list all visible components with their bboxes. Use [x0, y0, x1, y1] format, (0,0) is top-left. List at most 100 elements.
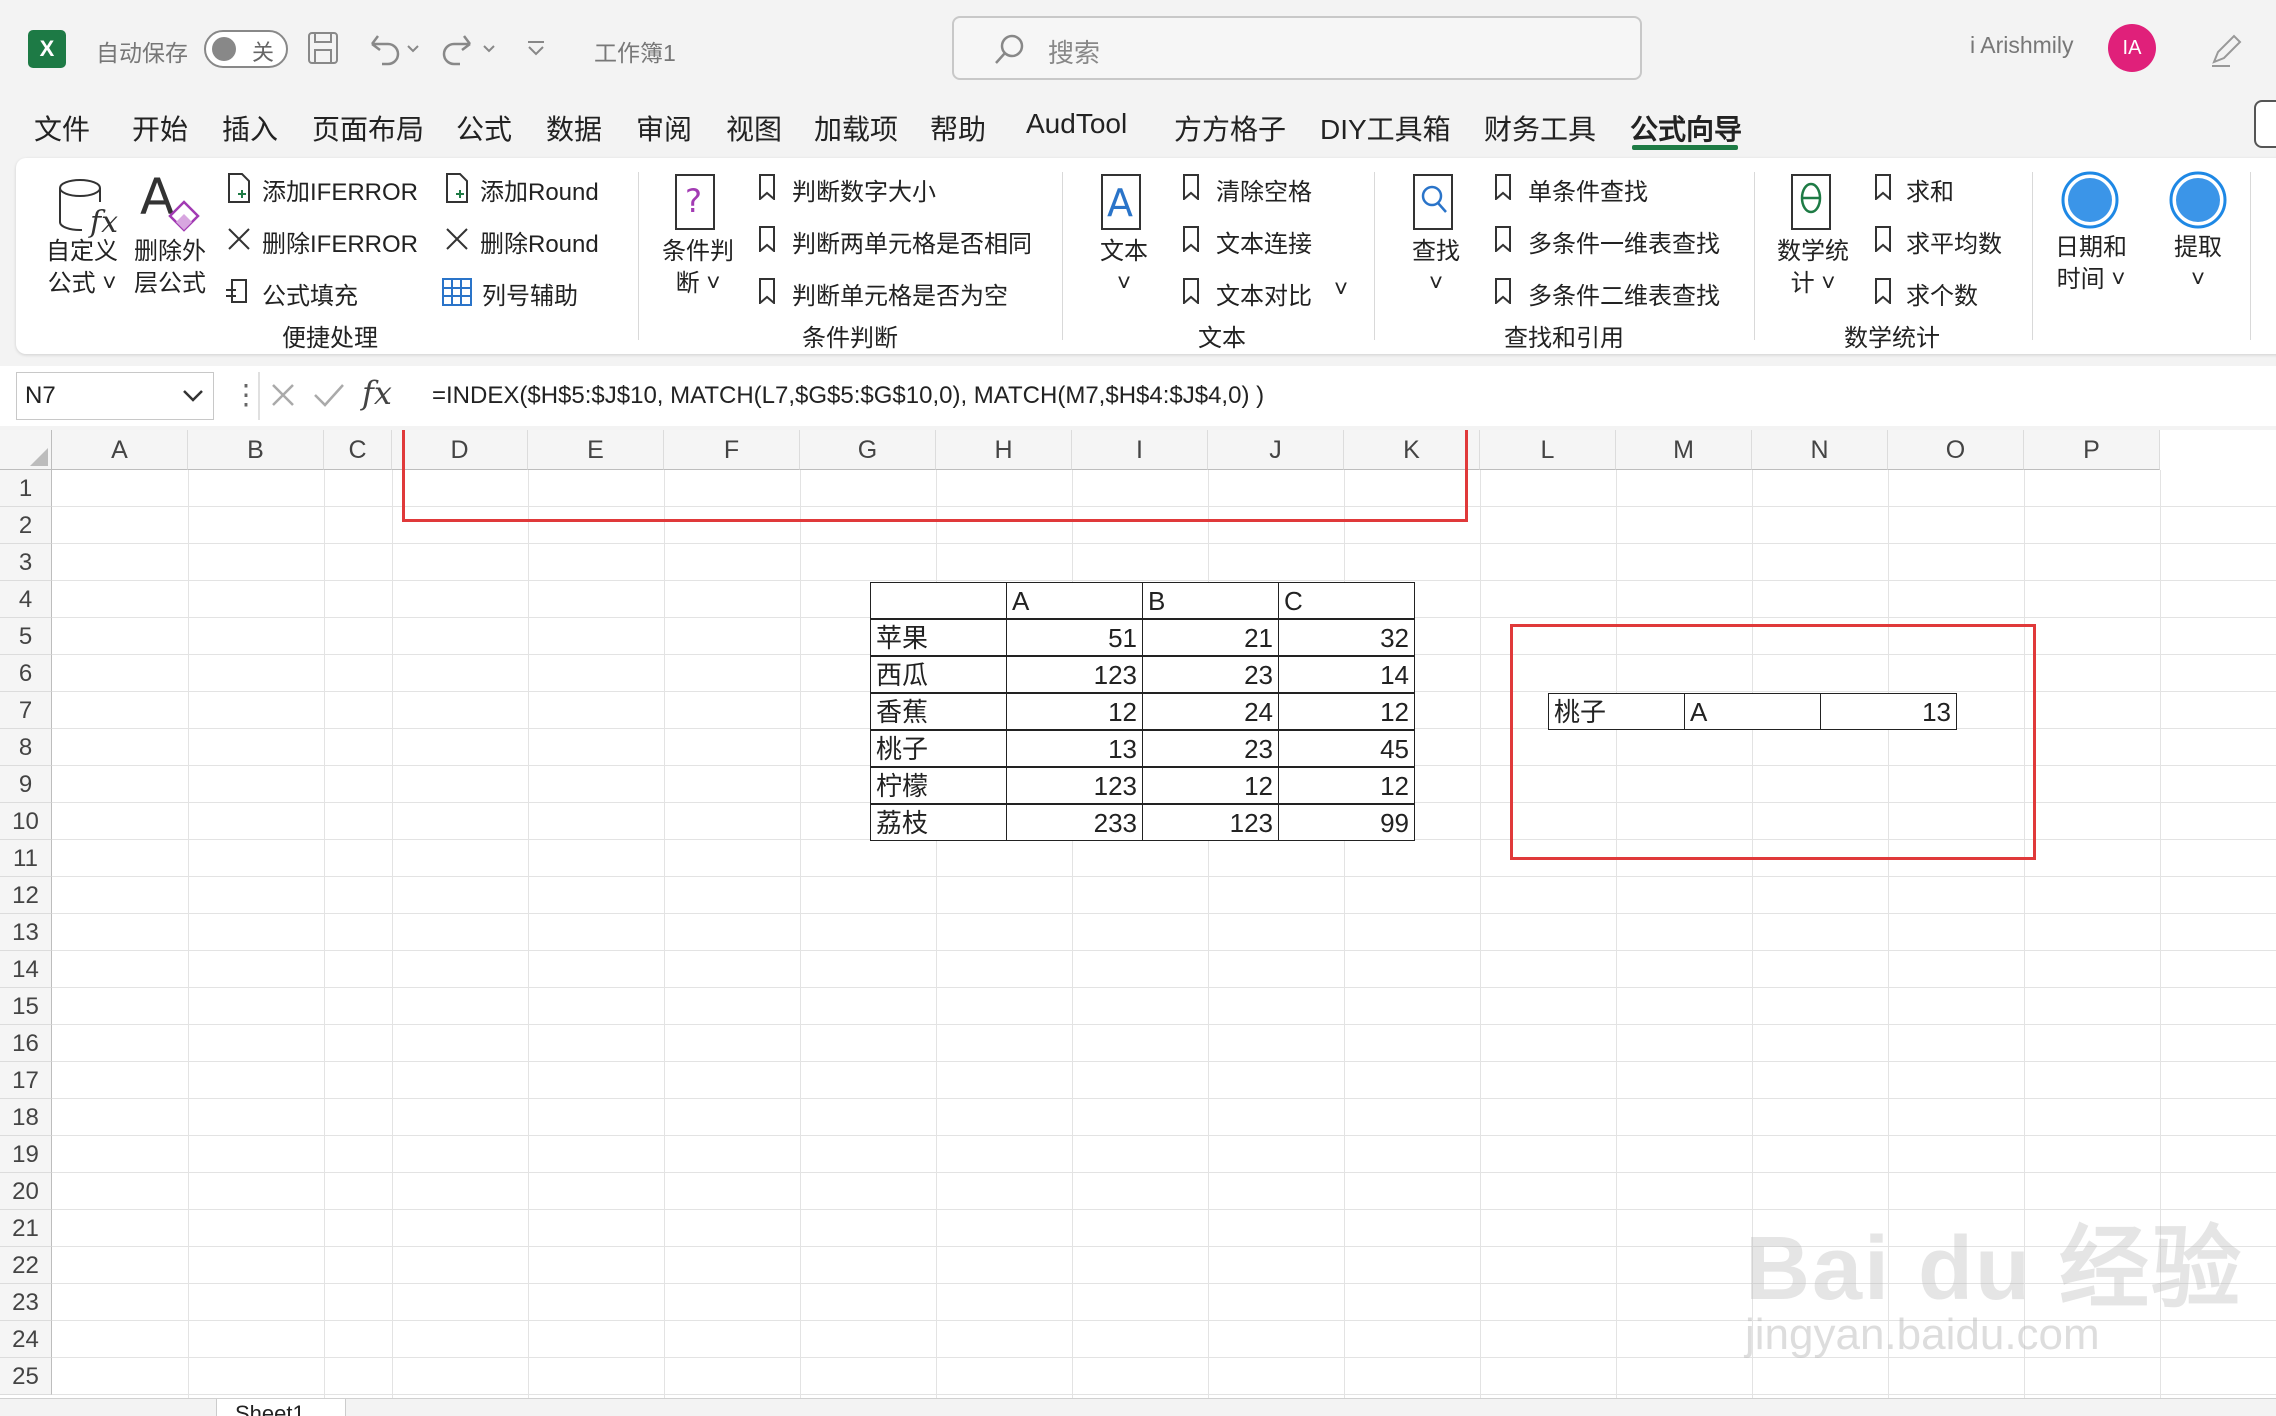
- table-cell-value[interactable]: 32: [1278, 619, 1415, 656]
- sum-button[interactable]: 求和: [1906, 172, 1954, 207]
- formula-fill-button[interactable]: 公式填充: [262, 276, 358, 311]
- table-row-label[interactable]: 荔枝: [870, 804, 1007, 841]
- row-header-8[interactable]: 8: [0, 729, 52, 766]
- tab-review[interactable]: 审阅: [636, 108, 692, 148]
- column-header-a[interactable]: A: [52, 430, 188, 470]
- math-statistics-button[interactable]: 数学统计 ˅: [1770, 236, 1856, 300]
- tab-home[interactable]: 开始: [132, 108, 188, 148]
- table-cell-value[interactable]: 12: [1278, 693, 1415, 730]
- tab-fangfang[interactable]: 方方格子: [1174, 108, 1286, 148]
- row-header-16[interactable]: 16: [0, 1025, 52, 1062]
- column-header-c[interactable]: C: [324, 430, 392, 470]
- sheet-tab[interactable]: Sheet1: [216, 1399, 346, 1416]
- table-cell-value[interactable]: 123: [1142, 804, 1279, 841]
- row-header-13[interactable]: 13: [0, 914, 52, 951]
- table-cell-value[interactable]: 24: [1142, 693, 1279, 730]
- tab-audtool[interactable]: AudTool: [1026, 108, 1127, 140]
- row-header-3[interactable]: 3: [0, 544, 52, 581]
- row-header-19[interactable]: 19: [0, 1136, 52, 1173]
- insert-function-icon[interactable]: fx: [362, 374, 392, 412]
- row-header-14[interactable]: 14: [0, 951, 52, 988]
- judge-cell-empty-button[interactable]: 判断单元格是否为空: [792, 276, 1008, 311]
- chevron-down-icon[interactable]: [180, 384, 206, 408]
- column-header-o[interactable]: O: [1888, 430, 2024, 470]
- text-join-button[interactable]: 文本连接: [1216, 224, 1312, 259]
- column-number-helper-button[interactable]: 列号辅助: [482, 276, 578, 311]
- table-cell-value[interactable]: 45: [1278, 730, 1415, 767]
- row-header-11[interactable]: 11: [0, 840, 52, 877]
- table-cell-value[interactable]: 23: [1142, 730, 1279, 767]
- extract-button[interactable]: 提取 ˅: [2158, 232, 2238, 296]
- table-cell-value[interactable]: 13: [1006, 730, 1143, 767]
- table-cell-value[interactable]: 12: [1142, 767, 1279, 804]
- search-box[interactable]: 搜索: [952, 16, 1642, 80]
- clear-spaces-button[interactable]: 清除空格: [1216, 172, 1312, 207]
- user-avatar[interactable]: IA: [2108, 24, 2156, 72]
- table-row-label[interactable]: 柠檬: [870, 767, 1007, 804]
- delete-round-button[interactable]: 删除Round: [480, 224, 599, 259]
- table-cell-value[interactable]: 99: [1278, 804, 1415, 841]
- row-header-17[interactable]: 17: [0, 1062, 52, 1099]
- table-cell-value[interactable]: 14: [1278, 656, 1415, 693]
- row-header-5[interactable]: 5: [0, 618, 52, 655]
- table-cell-value[interactable]: 123: [1006, 767, 1143, 804]
- row-header-9[interactable]: 9: [0, 766, 52, 803]
- judge-cells-same-button[interactable]: 判断两单元格是否相同: [792, 224, 1032, 259]
- table-cell-value[interactable]: 12: [1278, 767, 1415, 804]
- tab-insert[interactable]: 插入: [222, 108, 278, 148]
- row-header-4[interactable]: 4: [0, 581, 52, 618]
- judge-number-size-button[interactable]: 判断数字大小: [792, 172, 936, 207]
- table-header-cell[interactable]: C: [1278, 582, 1415, 619]
- table-cell-value[interactable]: 12: [1006, 693, 1143, 730]
- row-header-1[interactable]: 1: [0, 470, 52, 507]
- delete-iferror-button[interactable]: 删除IFERROR: [262, 224, 418, 259]
- table-header-cell[interactable]: [870, 582, 1007, 619]
- tab-page-layout[interactable]: 页面布局: [312, 108, 424, 148]
- text-button[interactable]: 文本 ˅: [1086, 236, 1162, 300]
- column-header-m[interactable]: M: [1616, 430, 1752, 470]
- row-header-12[interactable]: 12: [0, 877, 52, 914]
- undo-icon[interactable]: [364, 30, 424, 66]
- column-header-l[interactable]: L: [1480, 430, 1616, 470]
- row-header-25[interactable]: 25: [0, 1358, 52, 1395]
- row-header-18[interactable]: 18: [0, 1099, 52, 1136]
- pen-icon[interactable]: [2208, 28, 2244, 68]
- tab-formulas[interactable]: 公式: [456, 108, 512, 148]
- tab-diy-toolbox[interactable]: DIY工具箱: [1320, 108, 1451, 148]
- row-header-2[interactable]: 2: [0, 507, 52, 544]
- text-compare-button[interactable]: 文本对比: [1216, 276, 1312, 311]
- column-header-b[interactable]: B: [188, 430, 324, 470]
- table-cell-value[interactable]: 21: [1142, 619, 1279, 656]
- table-row-label[interactable]: 西瓜: [870, 656, 1007, 693]
- table-cell-value[interactable]: 123: [1006, 656, 1143, 693]
- row-header-20[interactable]: 20: [0, 1173, 52, 1210]
- remove-outer-formula-button[interactable]: 删除外 层公式: [130, 236, 210, 300]
- table-row-label[interactable]: 桃子: [870, 730, 1007, 767]
- cancel-icon[interactable]: [268, 380, 298, 410]
- autosave-toggle[interactable]: 关: [204, 30, 288, 68]
- redo-icon[interactable]: [440, 30, 500, 66]
- row-header-24[interactable]: 24: [0, 1321, 52, 1358]
- column-header-n[interactable]: N: [1752, 430, 1888, 470]
- row-header-23[interactable]: 23: [0, 1284, 52, 1321]
- row-header-7[interactable]: 7: [0, 692, 52, 729]
- more-options-icon[interactable]: ⋮: [232, 378, 260, 411]
- table-cell-value[interactable]: 51: [1006, 619, 1143, 656]
- table-header-cell[interactable]: B: [1142, 582, 1279, 619]
- multi-condition-1d-lookup-button[interactable]: 多条件一维表查找: [1528, 224, 1720, 259]
- tab-formula-wizard[interactable]: 公式向导: [1630, 108, 1742, 148]
- column-header-p[interactable]: P: [2024, 430, 2160, 470]
- confirm-icon[interactable]: [312, 380, 346, 410]
- count-button[interactable]: 求个数: [1906, 276, 1978, 311]
- custom-formula-button[interactable]: 自定义 公式 ˅: [42, 236, 122, 300]
- single-condition-lookup-button[interactable]: 单条件查找: [1528, 172, 1648, 207]
- row-header-21[interactable]: 21: [0, 1210, 52, 1247]
- tab-view[interactable]: 视图: [726, 108, 782, 148]
- date-time-button[interactable]: 日期和 时间 ˅: [2048, 232, 2134, 296]
- table-cell-value[interactable]: 23: [1142, 656, 1279, 693]
- tab-addins[interactable]: 加载项: [814, 108, 898, 148]
- row-header-22[interactable]: 22: [0, 1247, 52, 1284]
- row-header-10[interactable]: 10: [0, 803, 52, 840]
- row-header-15[interactable]: 15: [0, 988, 52, 1025]
- chevron-down-icon[interactable]: ˅: [1334, 276, 1348, 304]
